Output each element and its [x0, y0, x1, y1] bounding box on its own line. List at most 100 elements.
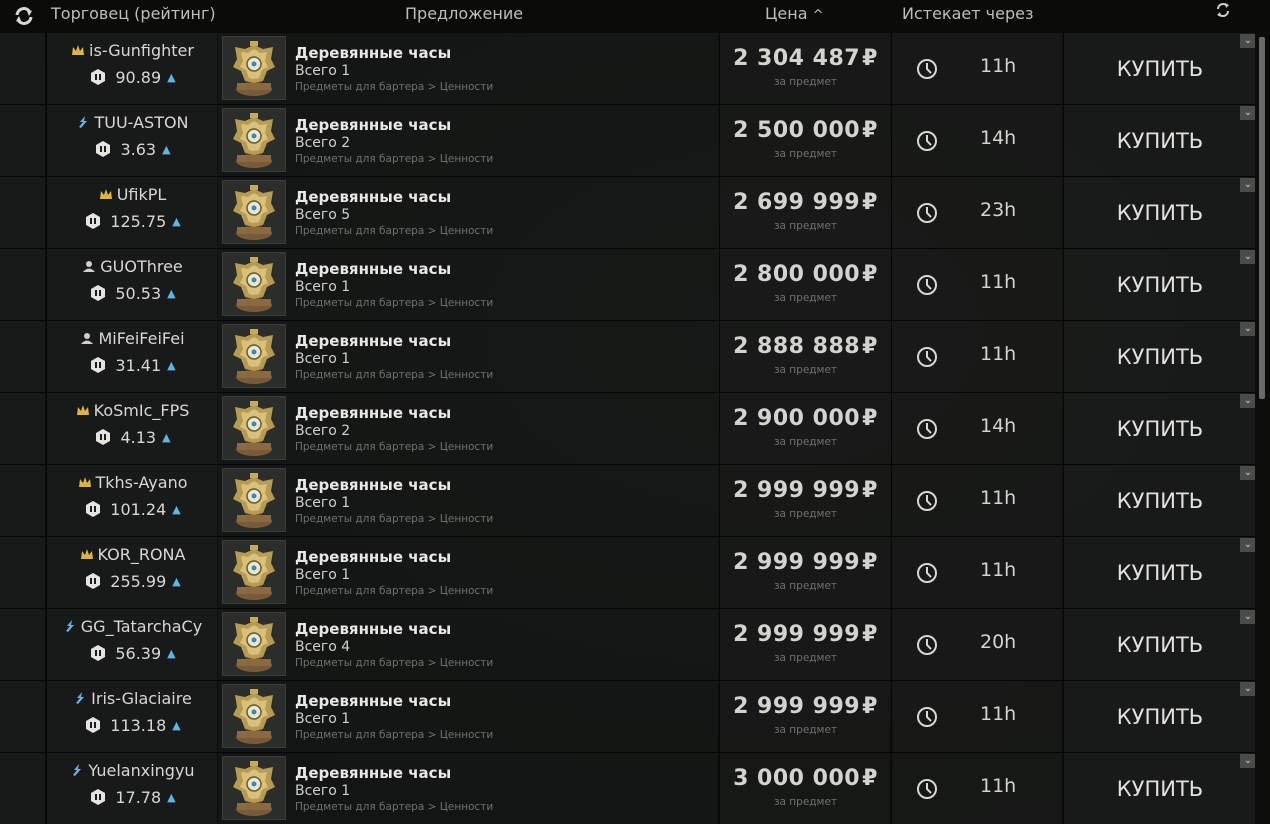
trader-name[interactable]: GUOThree — [100, 257, 183, 276]
item-category: Предметы для бартера > Ценности — [295, 441, 494, 453]
rating-value: 17.78 — [115, 788, 162, 807]
price-amount: 2 999 999 — [733, 622, 861, 647]
refresh-icon[interactable] — [13, 5, 35, 27]
trader-cell[interactable]: GUOThree 50.53 ▲ — [46, 249, 217, 320]
price-cell: 2 900 000₽ за предмет — [719, 393, 890, 464]
item-quantity: Всего 1 — [295, 63, 351, 79]
chevron-down-icon[interactable]: ⌄ — [1240, 178, 1256, 192]
trader-cell[interactable]: is-Gunfighter 90.89 ▲ — [46, 33, 217, 104]
trader-name[interactable]: KOR_RONA — [98, 545, 186, 564]
buy-cell: КУПИТЬ ⌄ — [1063, 105, 1256, 176]
trader-cell[interactable]: KoSmIc_FPS 4.13 ▲ — [46, 393, 217, 464]
chevron-down-icon[interactable]: ⌄ — [1240, 754, 1256, 768]
trader-rating: 101.24 ▲ — [47, 500, 218, 519]
trader-cell[interactable]: Tkhs-Ayano 101.24 ▲ — [46, 465, 217, 536]
trader-name[interactable]: TUU-ASTON — [94, 113, 188, 132]
item-image[interactable] — [222, 36, 286, 100]
item-image[interactable] — [222, 684, 286, 748]
item-image[interactable] — [222, 756, 286, 820]
rating-value: 56.39 — [115, 644, 162, 663]
reputation-badge-icon — [86, 717, 101, 733]
trader-cell[interactable]: Iris-Glaciaire 113.18 ▲ — [46, 681, 217, 752]
row-spacer — [0, 249, 45, 320]
rouble-icon: ₽ — [862, 406, 878, 431]
chevron-down-icon[interactable]: ⌄ — [1240, 466, 1256, 480]
item-image[interactable] — [222, 324, 286, 388]
chevron-down-icon[interactable]: ⌄ — [1240, 538, 1256, 552]
scrollbar[interactable] — [1255, 33, 1270, 824]
trader-cell[interactable]: KOR_RONA 255.99 ▲ — [46, 537, 217, 608]
buy-cell: КУПИТЬ ⌄ — [1063, 393, 1256, 464]
column-header-expires[interactable]: Истекает через — [902, 4, 1033, 23]
item-name: Деревянные часы — [295, 260, 452, 278]
row-spacer — [0, 753, 45, 824]
item-image[interactable] — [222, 252, 286, 316]
buy-cell: КУПИТЬ ⌄ — [1063, 681, 1256, 752]
buy-button[interactable]: КУПИТЬ — [1064, 465, 1256, 536]
trader-cell[interactable]: UfikPL 125.75 ▲ — [46, 177, 217, 248]
buy-button[interactable]: КУПИТЬ — [1064, 321, 1256, 392]
item-image[interactable] — [222, 396, 286, 460]
item-name: Деревянные часы — [295, 404, 452, 422]
column-header-offer[interactable]: Предложение — [405, 4, 523, 23]
trader-name[interactable]: Yuelanxingyu — [88, 761, 194, 780]
trader-cell[interactable]: GG_TatarchaCy 56.39 ▲ — [46, 609, 217, 680]
trader-name[interactable]: UfikPL — [117, 185, 167, 204]
item-image[interactable] — [222, 612, 286, 676]
scrollbar-thumb[interactable] — [1259, 37, 1265, 399]
trader-name[interactable]: KoSmIc_FPS — [94, 401, 190, 420]
chevron-down-icon[interactable]: ⌄ — [1240, 610, 1256, 624]
price-amount: 2 500 000 — [733, 118, 861, 143]
column-header-trader[interactable]: Торговец (рейтинг) — [51, 4, 216, 23]
chevron-down-icon[interactable]: ⌄ — [1240, 34, 1256, 48]
clock-icon — [917, 707, 937, 727]
chevron-down-icon[interactable]: ⌄ — [1240, 250, 1256, 264]
trader-name[interactable]: Tkhs-Ayano — [96, 473, 188, 492]
buy-button[interactable]: КУПИТЬ — [1064, 249, 1256, 320]
auto-refresh-icon[interactable] — [1214, 1, 1232, 19]
column-header-price[interactable]: Цена ^ — [765, 4, 824, 23]
offer-cell[interactable]: Деревянные часы Всего 1 Предметы для бар… — [218, 465, 718, 536]
clock-icon — [917, 491, 937, 511]
chevron-down-icon[interactable]: ⌄ — [1240, 682, 1256, 696]
buy-button[interactable]: КУПИТЬ — [1064, 609, 1256, 680]
offer-cell[interactable]: Деревянные часы Всего 1 Предметы для бар… — [218, 33, 718, 104]
price-cell: 2 999 999₽ за предмет — [719, 681, 890, 752]
buy-button[interactable]: КУПИТЬ — [1064, 105, 1256, 176]
offer-cell[interactable]: Деревянные часы Всего 5 Предметы для бар… — [218, 177, 718, 248]
trader-name[interactable]: Iris-Glaciaire — [91, 689, 192, 708]
offer-cell[interactable]: Деревянные часы Всего 1 Предметы для бар… — [218, 249, 718, 320]
offer-cell[interactable]: Деревянные часы Всего 1 Предметы для бар… — [218, 753, 718, 824]
trader-name[interactable]: is-Gunfighter — [89, 41, 194, 60]
item-image[interactable] — [222, 540, 286, 604]
buy-button[interactable]: КУПИТЬ — [1064, 33, 1256, 104]
rouble-icon: ₽ — [862, 550, 878, 575]
trader-cell[interactable]: MiFeiFeiFei 31.41 ▲ — [46, 321, 217, 392]
buy-button[interactable]: КУПИТЬ — [1064, 177, 1256, 248]
item-image[interactable] — [222, 180, 286, 244]
buy-button[interactable]: КУПИТЬ — [1064, 681, 1256, 752]
offer-cell[interactable]: Деревянные часы Всего 2 Предметы для бар… — [218, 393, 718, 464]
sort-ascending-icon: ^ — [812, 8, 824, 23]
offer-cell[interactable]: Деревянные часы Всего 2 Предметы для бар… — [218, 105, 718, 176]
buy-button[interactable]: КУПИТЬ — [1064, 537, 1256, 608]
item-image[interactable] — [222, 468, 286, 532]
chevron-down-icon[interactable]: ⌄ — [1240, 322, 1256, 336]
offer-cell[interactable]: Деревянные часы Всего 4 Предметы для бар… — [218, 609, 718, 680]
buy-button[interactable]: КУПИТЬ — [1064, 393, 1256, 464]
item-image[interactable] — [222, 108, 286, 172]
trader-cell[interactable]: TUU-ASTON 3.63 ▲ — [46, 105, 217, 176]
trader-name[interactable]: GG_TatarchaCy — [81, 617, 202, 636]
trader-rating: 125.75 ▲ — [47, 212, 218, 231]
buy-button[interactable]: КУПИТЬ — [1064, 753, 1256, 824]
offer-cell[interactable]: Деревянные часы Всего 1 Предметы для бар… — [218, 681, 718, 752]
trader-cell[interactable]: Yuelanxingyu 17.78 ▲ — [46, 753, 217, 824]
chevron-down-icon[interactable]: ⌄ — [1240, 106, 1256, 120]
rouble-icon: ₽ — [862, 46, 878, 71]
offer-cell[interactable]: Деревянные часы Всего 1 Предметы для бар… — [218, 321, 718, 392]
trader-name[interactable]: MiFeiFeiFei — [98, 329, 184, 348]
chevron-down-icon[interactable]: ⌄ — [1240, 394, 1256, 408]
offer-cell[interactable]: Деревянные часы Всего 1 Предметы для бар… — [218, 537, 718, 608]
wooden-clock-image — [223, 757, 285, 819]
reputation-badge-icon — [86, 501, 101, 517]
